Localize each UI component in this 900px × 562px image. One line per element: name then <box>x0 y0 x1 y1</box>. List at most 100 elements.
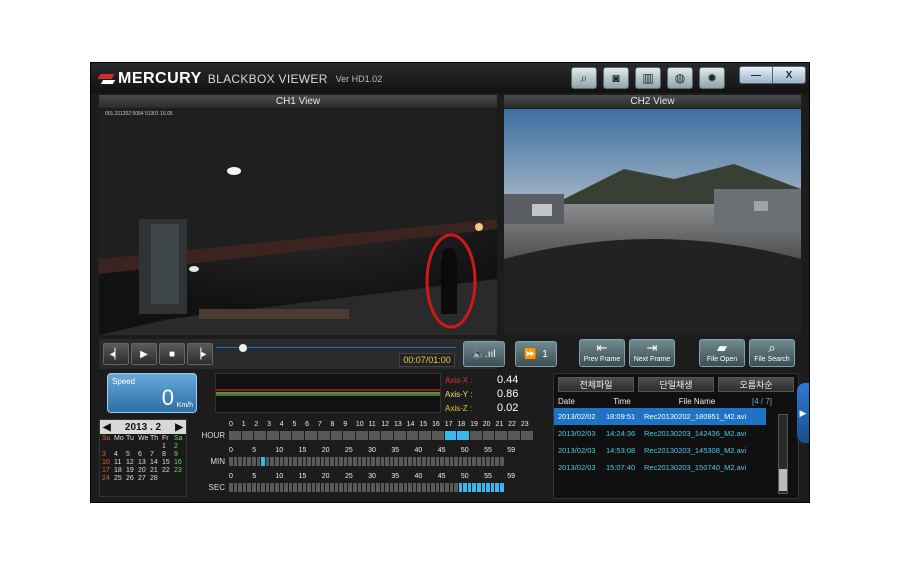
time-cell[interactable] <box>380 457 385 466</box>
time-cell[interactable] <box>229 431 241 440</box>
time-cell[interactable] <box>500 457 504 466</box>
time-cell[interactable] <box>316 483 320 492</box>
time-cell[interactable] <box>431 483 435 492</box>
time-cell[interactable] <box>317 431 330 440</box>
time-cell[interactable] <box>307 457 311 466</box>
time-cell[interactable] <box>292 431 305 440</box>
time-cell[interactable] <box>274 483 279 492</box>
map-icon[interactable]: ▥ <box>635 67 661 89</box>
time-cell[interactable] <box>293 483 297 492</box>
time-cell[interactable] <box>288 457 293 466</box>
file-search-button[interactable]: ⌕ File Search <box>749 339 795 367</box>
time-cell[interactable] <box>481 457 486 466</box>
calendar-day[interactable]: 24 <box>102 475 114 483</box>
time-cell[interactable] <box>307 483 311 492</box>
ch2-video[interactable] <box>504 109 801 335</box>
time-cell[interactable] <box>366 483 371 492</box>
time-cell[interactable] <box>486 483 490 492</box>
seek-bar[interactable] <box>216 347 456 351</box>
time-cell[interactable] <box>467 457 472 466</box>
time-cell[interactable] <box>457 431 470 440</box>
calendar-day[interactable]: 27 <box>138 475 150 483</box>
time-cell[interactable] <box>394 483 398 492</box>
calendar-day[interactable]: 12 <box>126 459 138 467</box>
time-cell[interactable] <box>238 457 242 466</box>
time-cell[interactable] <box>343 457 348 466</box>
time-cell[interactable] <box>389 483 394 492</box>
calendar-prev-icon[interactable]: ◀ <box>103 422 111 433</box>
seek-knob[interactable] <box>238 343 248 353</box>
time-cell[interactable] <box>320 483 325 492</box>
zoom-icon[interactable]: ⌕ <box>571 67 597 89</box>
time-cell[interactable] <box>490 483 495 492</box>
stop-button[interactable]: ■ <box>159 343 185 365</box>
time-cell[interactable] <box>389 457 394 466</box>
time-cell[interactable] <box>325 483 330 492</box>
time-cell[interactable] <box>353 457 357 466</box>
camera-icon[interactable]: ◙ <box>603 67 629 89</box>
time-cell[interactable] <box>380 483 385 492</box>
time-cell[interactable] <box>394 457 398 466</box>
time-cell[interactable] <box>472 483 477 492</box>
time-cell[interactable] <box>385 483 389 492</box>
time-cell[interactable] <box>385 457 389 466</box>
time-cell[interactable] <box>233 457 238 466</box>
time-cell[interactable] <box>440 457 444 466</box>
time-cell[interactable] <box>270 483 274 492</box>
time-cell[interactable] <box>376 483 380 492</box>
time-cell[interactable] <box>470 431 482 440</box>
time-cell[interactable] <box>486 457 490 466</box>
time-cell[interactable] <box>412 457 417 466</box>
time-cell[interactable] <box>408 483 412 492</box>
time-cell[interactable] <box>348 457 353 466</box>
time-cell[interactable] <box>270 457 274 466</box>
time-cell[interactable] <box>463 483 467 492</box>
time-cell[interactable] <box>393 431 406 440</box>
calendar-day[interactable]: 11 <box>114 459 126 467</box>
time-cell[interactable] <box>458 483 463 492</box>
calendar-day[interactable]: 16 <box>174 459 186 467</box>
time-cell[interactable] <box>520 431 533 440</box>
calendar-day[interactable]: 26 <box>126 475 138 483</box>
time-cell[interactable] <box>330 483 334 492</box>
speed-button[interactable]: ⏩ 1 <box>515 341 557 367</box>
time-cell[interactable] <box>229 483 233 492</box>
time-cell[interactable] <box>495 431 508 440</box>
time-cell[interactable] <box>406 431 419 440</box>
calendar-day[interactable]: 9 <box>174 451 186 459</box>
prev-button[interactable]: ◂▏ <box>103 343 129 365</box>
time-cell[interactable] <box>334 483 339 492</box>
time-cell[interactable] <box>297 457 302 466</box>
time-cell[interactable] <box>495 483 500 492</box>
file-row[interactable]: 2013/02/03 14:53:08 Rec20130203_145308_M2.… <box>554 442 766 459</box>
tab-all-files[interactable]: 전체파일 <box>558 377 634 392</box>
time-cell[interactable] <box>368 431 381 440</box>
calendar-day[interactable]: 10 <box>102 459 114 467</box>
ch1-video[interactable]: 001.311202 5054 51301 16.05 <box>99 109 497 335</box>
time-cell[interactable] <box>477 483 481 492</box>
volume-button[interactable]: 🔈.ııl <box>463 341 505 367</box>
time-cell[interactable] <box>444 457 449 466</box>
time-cell[interactable] <box>261 457 265 466</box>
time-cell[interactable] <box>417 457 421 466</box>
time-cell[interactable] <box>241 431 254 440</box>
calendar-day[interactable]: 7 <box>150 451 162 459</box>
time-cell[interactable] <box>302 483 307 492</box>
time-cell[interactable] <box>495 457 500 466</box>
time-cell[interactable] <box>408 457 412 466</box>
calendar-day[interactable]: 17 <box>102 467 114 475</box>
time-cell[interactable] <box>355 431 368 440</box>
gear-icon[interactable]: ✹ <box>699 67 725 89</box>
time-cell[interactable] <box>421 457 426 466</box>
calendar-day[interactable]: 4 <box>114 451 126 459</box>
time-cell[interactable] <box>467 483 472 492</box>
calendar-day[interactable]: 5 <box>126 451 138 459</box>
time-cell[interactable] <box>339 483 343 492</box>
time-cell[interactable] <box>242 483 247 492</box>
time-cell[interactable] <box>247 457 251 466</box>
file-row[interactable]: 2013/02/03 14:24:36 Rec20130203_142436_M2.… <box>554 425 766 442</box>
time-cell[interactable] <box>421 483 426 492</box>
prev-frame-button[interactable]: ⇤ Prev Frame <box>579 339 625 367</box>
time-cell[interactable] <box>256 457 261 466</box>
time-cell[interactable] <box>398 457 403 466</box>
